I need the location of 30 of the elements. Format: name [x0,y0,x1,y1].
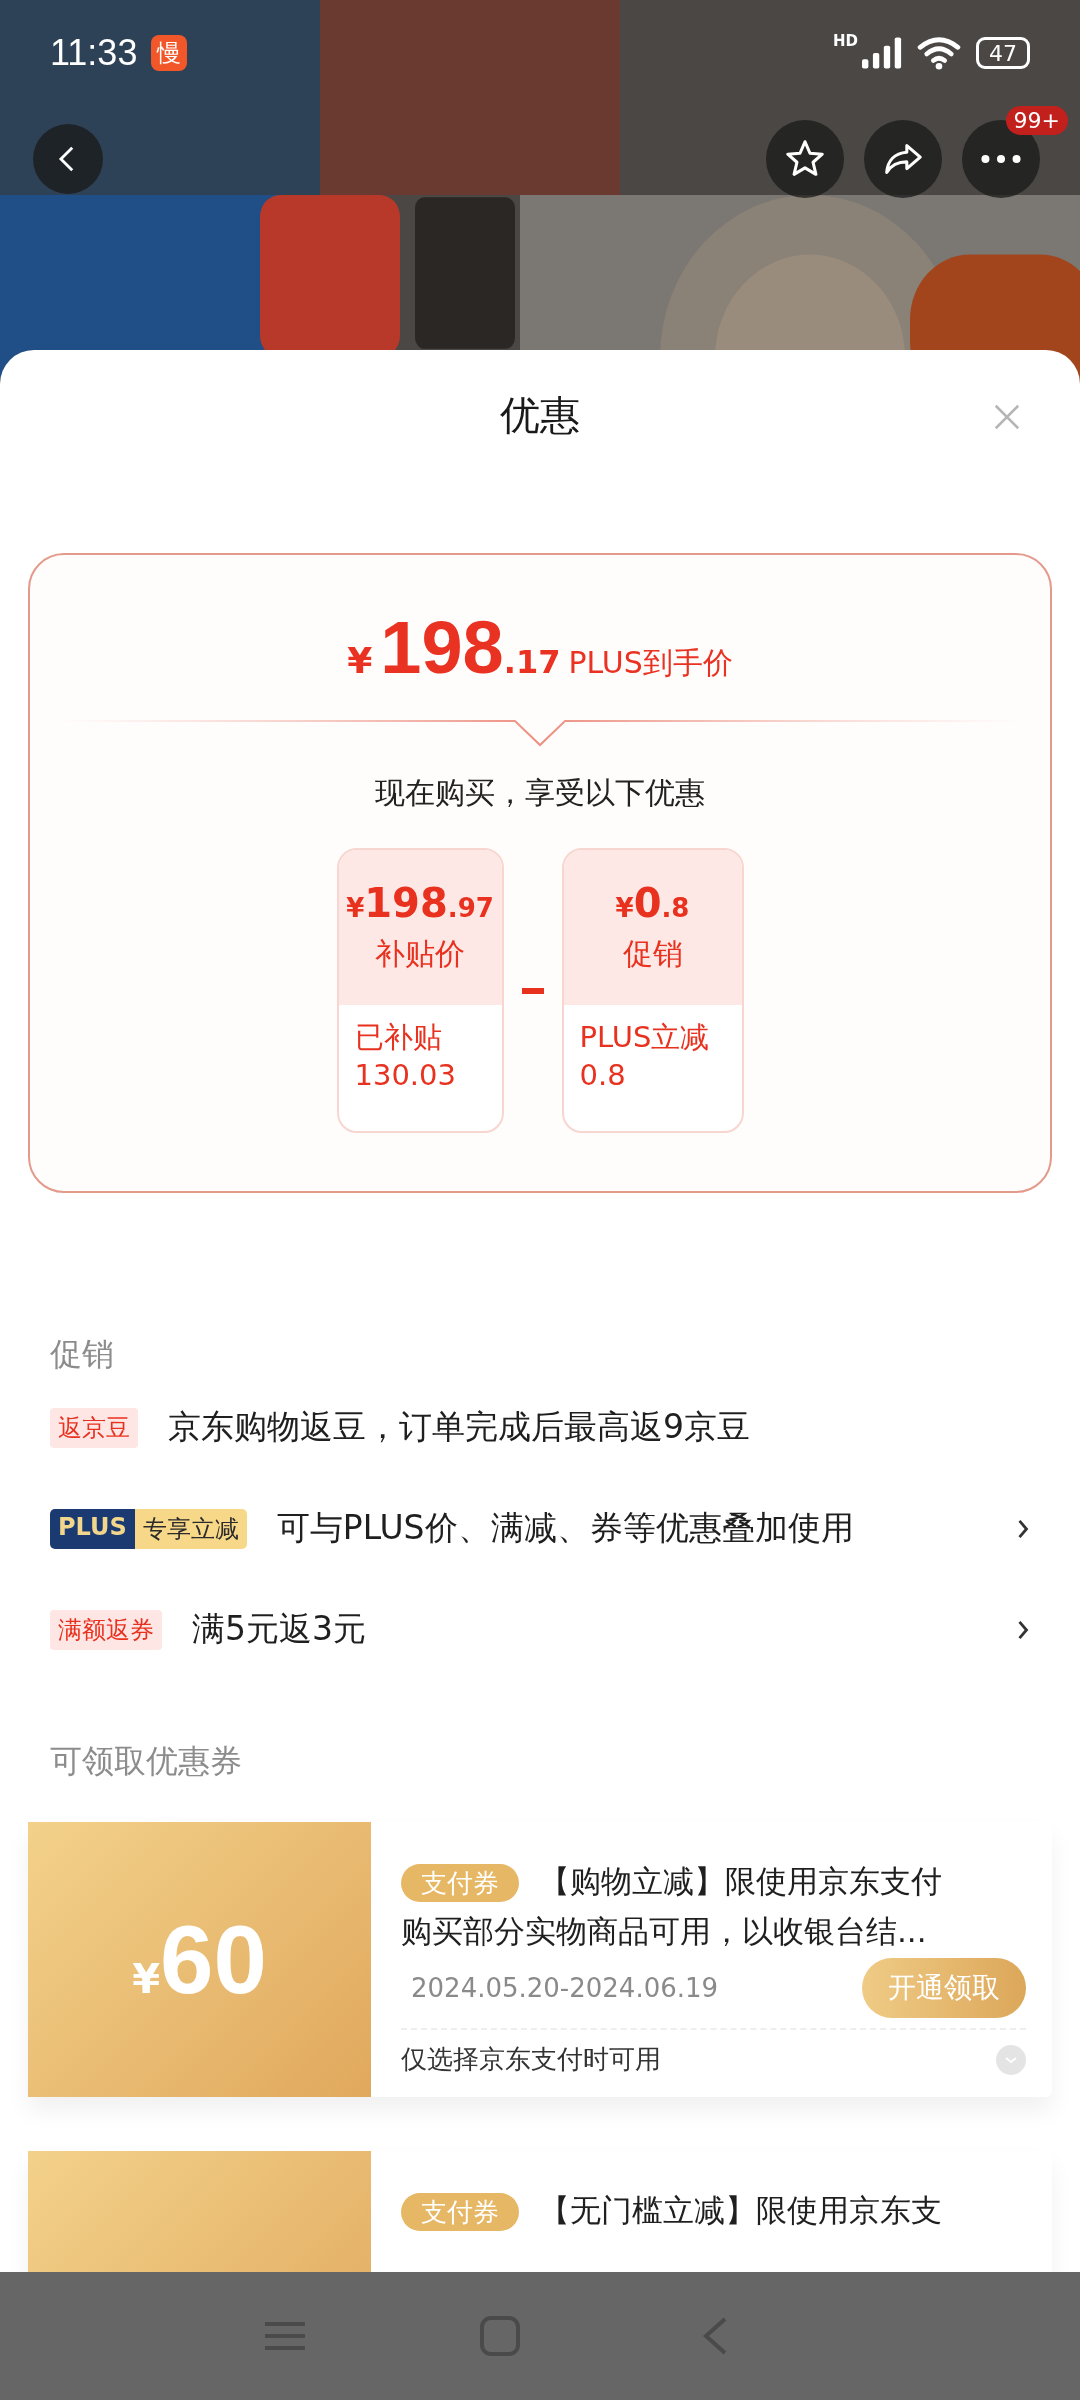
promo-text: 可与PLUS价、满减、券等优惠叠加使用 [276,1507,855,1549]
breakdown-amount: ¥0.8 [615,880,690,926]
claim-button[interactable]: 开通领取 [862,1958,1026,2018]
promo-text: 京东购物返豆，订单完成后最高返9京豆 [168,1406,751,1448]
section-heading: 可领取优惠券 [50,1741,243,1782]
coupon-description: 支付券 【购物立减】限使用京东支付购买部分实物商品可用，以收银台结... [401,1862,943,1951]
more-icon [981,155,1021,163]
final-price: ¥198.17 PLUS到手价 [347,605,733,691]
app-badge: 慢 [151,35,188,71]
signal-icon [862,37,902,69]
promo-tag: 满额返券 [50,1609,162,1650]
promo-tag: 返京豆 [50,1407,138,1448]
breakdown-detail: PLUS立减 0.8 [578,1019,711,1094]
network-label: HD [833,32,858,50]
coupon-amount: ¥60 [132,1904,267,2015]
breakdown-label: 促销 [622,935,683,973]
battery-indicator: 47 [976,37,1030,69]
promo-text: 满5元返3元 [192,1608,367,1650]
sheet-title: 优惠 [500,390,580,440]
breakdown-label: 补贴价 [375,935,465,973]
section-heading: 促销 [50,1334,115,1375]
coupon-description: 支付券 【无门槛立减】限使用京东支 [401,2185,961,2235]
breakdown-detail: 已补贴 130.03 [353,1019,457,1094]
card-subtitle: 现在购买，享受以下优惠 [375,774,705,812]
minus-icon [521,987,544,994]
coupon-date: 2024.05.20-2024.06.19 [410,1973,719,2003]
coupon-note: 仅选择京东支付时可用 [401,2043,661,2076]
wifi-icon [916,36,962,70]
breakdown-amount: ¥198.97 [346,880,494,926]
status-time: 11:33 [50,32,138,74]
